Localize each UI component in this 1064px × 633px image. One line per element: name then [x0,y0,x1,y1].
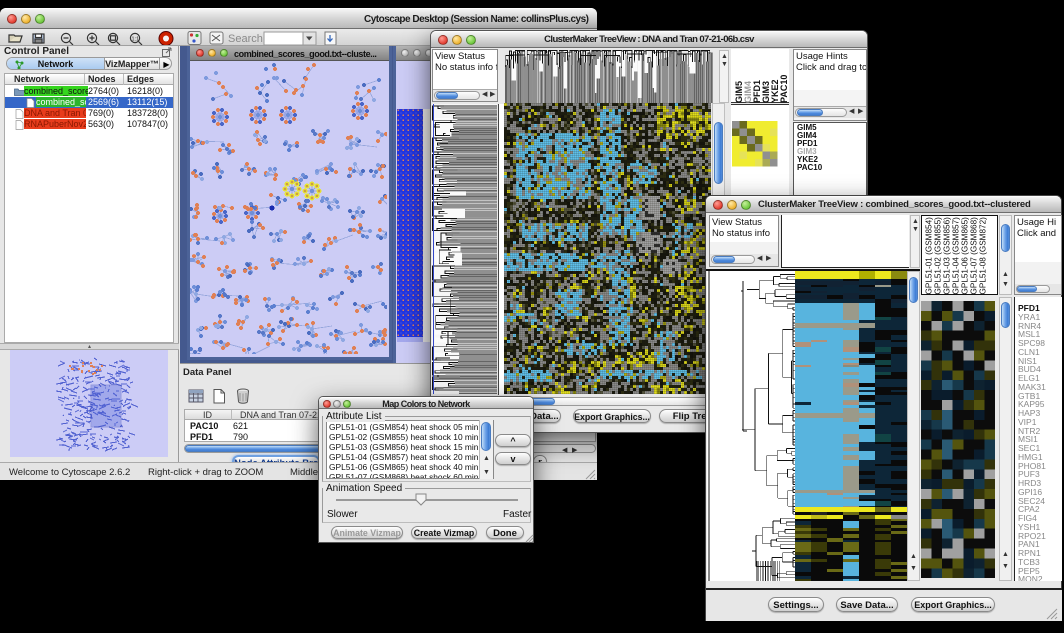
svg-text:1:1: 1:1 [132,37,140,43]
svg-text:Search:: Search: [228,33,266,45]
